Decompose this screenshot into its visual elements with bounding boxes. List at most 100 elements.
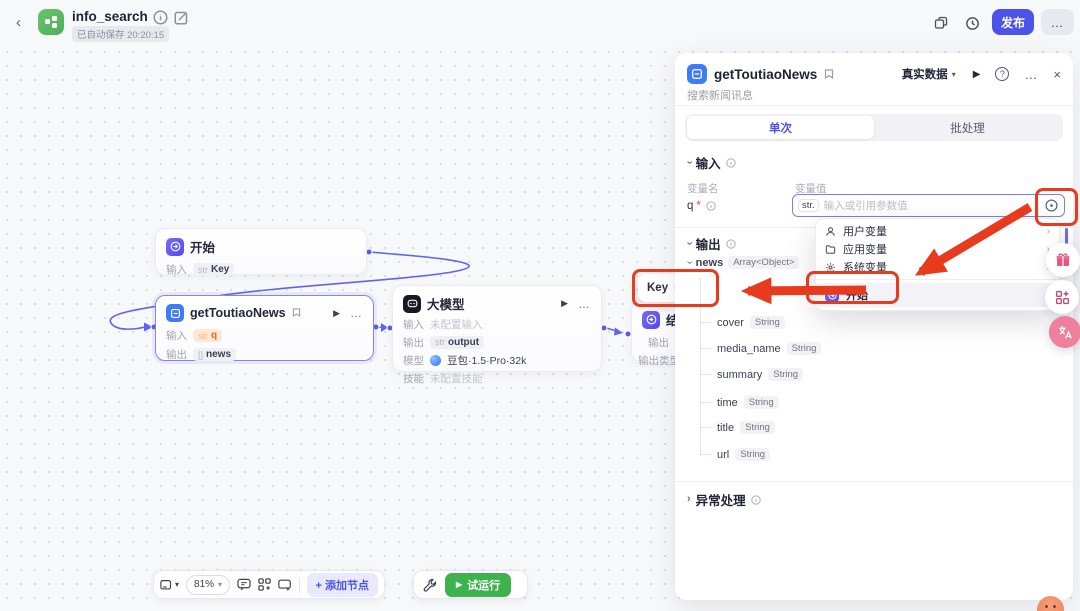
llm-output-chip: str output bbox=[430, 336, 484, 349]
start-key-chip: str Key bbox=[193, 263, 234, 276]
panel-more-icon[interactable]: … bbox=[1024, 67, 1038, 82]
llm-input-label: 输入 bbox=[403, 317, 424, 332]
end-node-icon bbox=[642, 311, 660, 329]
wrench-icon[interactable] bbox=[422, 577, 437, 592]
field-name: summary bbox=[717, 369, 762, 381]
node-more-icon[interactable]: … bbox=[350, 306, 363, 320]
back-icon[interactable]: ‹ bbox=[16, 14, 21, 31]
tab-single[interactable]: 单次 bbox=[687, 116, 874, 139]
chip-type: str bbox=[435, 337, 445, 347]
menu-item-app-variables[interactable]: 应用变量 › bbox=[816, 240, 1059, 258]
panel-plugin-icon bbox=[687, 64, 707, 84]
menu-item-user-variables[interactable]: 用户变量 › bbox=[816, 222, 1059, 240]
output-root-type: Array<Object> bbox=[728, 256, 799, 269]
info-icon[interactable] bbox=[153, 10, 168, 25]
end-output-type-label: 输出类型 bbox=[638, 353, 680, 368]
header-more-button[interactable]: … bbox=[1041, 9, 1074, 35]
bookmark-icon[interactable] bbox=[292, 308, 301, 319]
help-icon[interactable]: ? bbox=[995, 67, 1009, 81]
variable-value-field: str. bbox=[792, 194, 1065, 217]
panel-run-icon[interactable]: ▶ bbox=[973, 69, 981, 80]
plugin-node-title: getToutiaoNews bbox=[190, 306, 286, 320]
workflow-editor: ‹ info_search 已自动保存 20:20:15 bbox=[0, 0, 1080, 611]
add-node-label: 添加节点 bbox=[325, 580, 369, 592]
test-run-label: 试运行 bbox=[467, 577, 500, 593]
node-start[interactable]: 开始 输入 str Key bbox=[155, 228, 367, 275]
gift-icon bbox=[1055, 252, 1071, 268]
output-field-row: media_nameString bbox=[700, 342, 821, 355]
chip-type: str bbox=[198, 265, 208, 275]
info-icon bbox=[726, 158, 736, 168]
plugin-node-icon bbox=[166, 304, 184, 322]
zoom-level-selector[interactable]: 81% ▾ bbox=[186, 575, 230, 595]
plugin-input-label: 输入 bbox=[166, 328, 187, 343]
node-run-icon[interactable]: ▶ bbox=[561, 298, 568, 309]
mode-tabs: 单次 批处理 bbox=[685, 114, 1063, 141]
chip-name: output bbox=[448, 337, 479, 348]
history-icon[interactable] bbox=[963, 14, 981, 32]
auto-layout-icon[interactable] bbox=[258, 577, 271, 592]
output-root-row[interactable]: › news Array<Object> bbox=[687, 256, 799, 269]
select-frame-icon[interactable] bbox=[278, 577, 292, 592]
publish-button[interactable]: 发布 bbox=[992, 9, 1034, 35]
comment-icon[interactable] bbox=[237, 577, 251, 592]
field-type: String bbox=[735, 448, 770, 461]
top-header: ‹ info_search 已自动保存 20:20:15 bbox=[0, 0, 1080, 45]
collapse-icon: › bbox=[683, 161, 694, 165]
doubao-model-icon bbox=[430, 355, 441, 366]
llm-input-value: 未配置输入 bbox=[430, 317, 483, 332]
required-asterisk: * bbox=[696, 200, 700, 212]
field-type: String bbox=[787, 342, 822, 355]
tab-batch[interactable]: 批处理 bbox=[874, 116, 1061, 139]
variable-value-input[interactable] bbox=[824, 200, 1039, 212]
chevron-right-icon: › bbox=[1047, 226, 1050, 237]
output-field-row: summaryString bbox=[700, 368, 803, 381]
caret-down-icon: ▾ bbox=[218, 580, 222, 589]
info-icon bbox=[706, 201, 716, 211]
divider bbox=[675, 481, 1073, 482]
start-node-title: 开始 bbox=[190, 237, 215, 256]
exception-section-header[interactable]: › 异常处理 bbox=[687, 490, 761, 509]
annotation-box-reference-icon bbox=[1035, 188, 1078, 226]
node-run-icon[interactable]: ▶ bbox=[333, 308, 340, 319]
data-mode-label: 真实数据 bbox=[902, 66, 948, 82]
annotation-box-key-tooltip bbox=[632, 269, 719, 307]
node-config-panel: getToutiaoNews 真实数据 ▾ ▶ ? … × 搜索新闻讯息 单次 … bbox=[675, 53, 1073, 600]
plugin-news-chip: [] news bbox=[193, 348, 236, 361]
collapse-icon: › bbox=[683, 242, 694, 246]
workflow-glyph bbox=[44, 15, 58, 29]
caret-down-icon: ▾ bbox=[952, 70, 956, 79]
add-node-button[interactable]: + 添加节点 bbox=[307, 573, 379, 597]
output-section-title: 输出 bbox=[696, 234, 721, 253]
exception-title: 异常处理 bbox=[696, 490, 746, 509]
duplicate-icon[interactable] bbox=[932, 14, 950, 32]
test-run-button[interactable]: ▶ 试运行 bbox=[445, 573, 511, 597]
close-icon[interactable]: × bbox=[1053, 67, 1061, 82]
translate-button[interactable] bbox=[1049, 316, 1080, 348]
output-section-header[interactable]: › 输出 bbox=[687, 234, 736, 253]
node-more-icon[interactable]: … bbox=[578, 297, 591, 311]
folder-icon bbox=[825, 244, 836, 255]
autosave-badge: 已自动保存 20:20:15 bbox=[72, 26, 169, 42]
input-section-header[interactable]: › 输入 bbox=[687, 153, 736, 172]
canvas-view-selector[interactable]: ▾ bbox=[160, 577, 179, 592]
output-root-name: news bbox=[696, 257, 724, 269]
panel-title: getToutiaoNews bbox=[714, 67, 817, 82]
edit-icon[interactable] bbox=[174, 10, 189, 25]
node-plugin-gettoutiaonews[interactable]: getToutiaoNews ▶ … 输入 str q 输出 [] news bbox=[155, 295, 374, 361]
llm-model-label: 模型 bbox=[403, 353, 424, 368]
collapse-icon: › bbox=[683, 261, 694, 265]
chip-type: str bbox=[198, 331, 208, 341]
output-field-row: coverString bbox=[700, 316, 785, 329]
bookmark-icon[interactable] bbox=[824, 69, 834, 79]
gift-button[interactable] bbox=[1046, 243, 1080, 277]
page-title: info_search bbox=[72, 9, 148, 24]
add-widget-button[interactable] bbox=[1045, 280, 1079, 314]
play-icon: ▶ bbox=[456, 580, 462, 589]
node-llm[interactable]: 大模型 ▶ … 输入 未配置输入 输出 str output 模型 豆包·1.5… bbox=[392, 285, 602, 372]
chip-name: q bbox=[211, 330, 217, 341]
plugin-output-label: 输出 bbox=[166, 347, 187, 362]
data-mode-dropdown[interactable]: 真实数据 ▾ bbox=[902, 66, 956, 82]
llm-skill-value: 未配置技能 bbox=[430, 371, 483, 386]
field-name: title bbox=[717, 422, 734, 434]
